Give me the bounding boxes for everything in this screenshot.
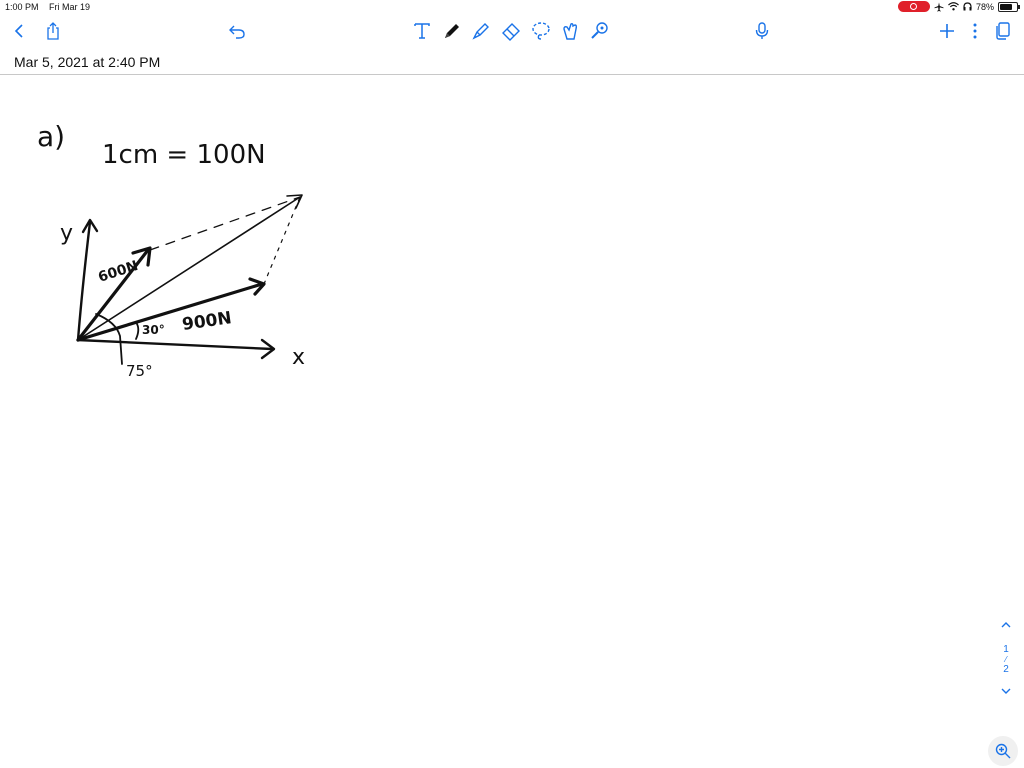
zoom-in-icon[interactable]: [988, 736, 1018, 766]
scale-note: 1cm = 100N: [102, 140, 266, 170]
note-canvas[interactable]: a) 1cm = 100N y x 600N 900N 30° 75°: [0, 75, 1024, 768]
y-axis-line: [76, 220, 92, 342]
battery-percent: 78%: [975, 1, 994, 12]
force-900-vector: [76, 282, 264, 342]
y-axis-label: y: [60, 221, 73, 246]
share-icon[interactable]: [42, 20, 64, 42]
angle-30-arc: [135, 323, 140, 340]
angle-75-arc: [95, 313, 123, 365]
handwriting-drawing: a) 1cm = 100N y x 600N 900N 30° 75°: [37, 120, 305, 380]
part-label: a): [37, 120, 65, 153]
x-axis-line: [76, 338, 274, 351]
force-900-label: 900N: [181, 308, 233, 335]
highlighter-tool-icon[interactable]: [470, 20, 492, 42]
page-navigator: 1 ⁄ 2: [996, 620, 1016, 702]
more-vertical-icon[interactable]: [964, 20, 986, 42]
headphones-icon: [963, 2, 972, 11]
eraser-tool-icon[interactable]: [500, 20, 522, 42]
lasso-tool-icon[interactable]: [530, 20, 552, 42]
shapes-tool-icon[interactable]: [560, 20, 582, 42]
page-separator: ⁄: [1005, 655, 1007, 664]
battery-level-fill: [1000, 3, 1013, 10]
back-chevron-icon[interactable]: [8, 20, 30, 42]
note-date-title: Mar 5, 2021 at 2:40 PM: [14, 54, 161, 70]
toolbar: [0, 14, 1024, 48]
airplane-mode-icon: [934, 2, 944, 11]
pen-tool-icon[interactable]: [441, 20, 463, 42]
screen-recording-icon: [897, 1, 930, 12]
add-icon[interactable]: [936, 20, 958, 42]
status-date: Fri Mar 19: [49, 2, 91, 12]
status-bar: 1:00 PM Fri Mar 19 78%: [0, 0, 1024, 14]
parallelogram-dashed-right: [263, 196, 301, 285]
status-time: 1:00 PM: [5, 2, 39, 12]
wifi-icon: [948, 2, 959, 11]
force-600-label: 600N: [96, 258, 140, 286]
parallelogram-dashed-top: [149, 196, 301, 251]
microphone-icon[interactable]: [751, 20, 773, 42]
note-date-header: Mar 5, 2021 at 2:40 PM: [0, 48, 1024, 75]
pages-icon[interactable]: [992, 20, 1014, 42]
chevron-up-icon[interactable]: [996, 620, 1016, 636]
undo-icon[interactable]: [226, 20, 248, 42]
battery-icon: [998, 1, 1020, 12]
total-page-count: 2: [1003, 664, 1009, 675]
x-axis-label: x: [292, 345, 305, 370]
chevron-down-icon[interactable]: [996, 686, 1016, 702]
angle-75-label: 75°: [126, 362, 153, 380]
status-bar-right: 78%: [897, 1, 1020, 12]
laser-pointer-icon[interactable]: [588, 20, 610, 42]
status-bar-left: 1:00 PM Fri Mar 19: [5, 2, 98, 12]
text-tool-icon[interactable]: [411, 20, 433, 42]
angle-30-label: 30°: [142, 323, 165, 337]
